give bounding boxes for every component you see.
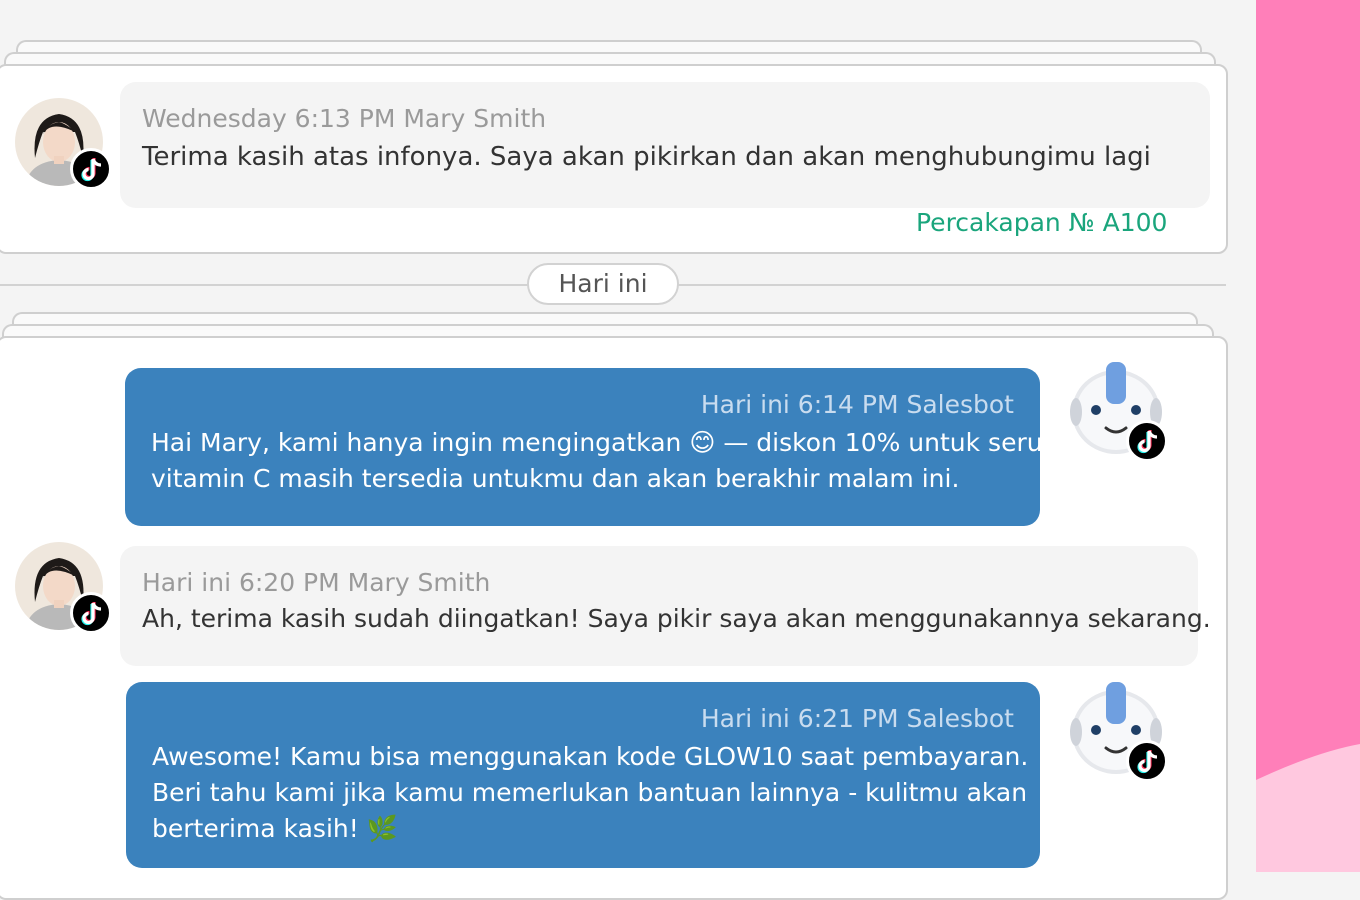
side-accent-strip xyxy=(1256,0,1360,872)
message-text: Hai Mary, kami hanya ingin mengingatkan … xyxy=(151,425,1067,497)
tiktok-icon xyxy=(1126,420,1168,462)
bot-avatar[interactable] xyxy=(1068,362,1168,462)
message-line: berterima kasih! 🌿 xyxy=(152,814,398,843)
accent-curve xyxy=(1256,744,1360,872)
message-meta: Hari ini 6:14 PM Salesbot xyxy=(700,390,1014,419)
day-divider-label: Hari ini xyxy=(527,263,679,305)
client-avatar[interactable] xyxy=(15,98,112,190)
tiktok-icon xyxy=(1126,740,1168,782)
client-message-bubble[interactable]: Hari ini 6:20 PM Mary Smith Ah, terima k… xyxy=(120,546,1211,666)
message-line: Hai Mary, kami hanya ingin mengingatkan … xyxy=(151,428,1067,457)
bot-message-bubble[interactable]: Hari ini 6:21 PM Salesbot Awesome! Kamu … xyxy=(126,682,1040,868)
message-text: Awesome! Kamu bisa menggunakan kode GLOW… xyxy=(152,739,1029,847)
conversation-link[interactable]: Percakapan № A100 xyxy=(916,208,1167,237)
client-message-bubble[interactable]: Wednesday 6:13 PM Mary Smith Terima kasi… xyxy=(120,82,1210,208)
message-line: Awesome! Kamu bisa menggunakan kode GLOW… xyxy=(152,742,1029,771)
tiktok-icon xyxy=(70,592,112,634)
message-text: Ah, terima kasih sudah diingatkan! Saya … xyxy=(142,604,1211,633)
message-meta: Hari ini 6:20 PM Mary Smith xyxy=(142,568,491,597)
client-avatar[interactable] xyxy=(15,542,112,634)
bot-message-bubble[interactable]: Hari ini 6:14 PM Salesbot Hai Mary, kami… xyxy=(125,368,1067,526)
tiktok-icon xyxy=(70,148,112,190)
message-meta: Wednesday 6:13 PM Mary Smith xyxy=(142,104,547,133)
message-line: vitamin C masih tersedia untukmu dan aka… xyxy=(151,464,960,493)
bot-avatar[interactable] xyxy=(1068,682,1168,782)
message-line: Beri tahu kami jika kamu memerlukan bant… xyxy=(152,778,1028,807)
message-text: Terima kasih atas infonya. Saya akan pik… xyxy=(142,142,1151,172)
message-meta: Hari ini 6:21 PM Salesbot xyxy=(700,704,1014,733)
